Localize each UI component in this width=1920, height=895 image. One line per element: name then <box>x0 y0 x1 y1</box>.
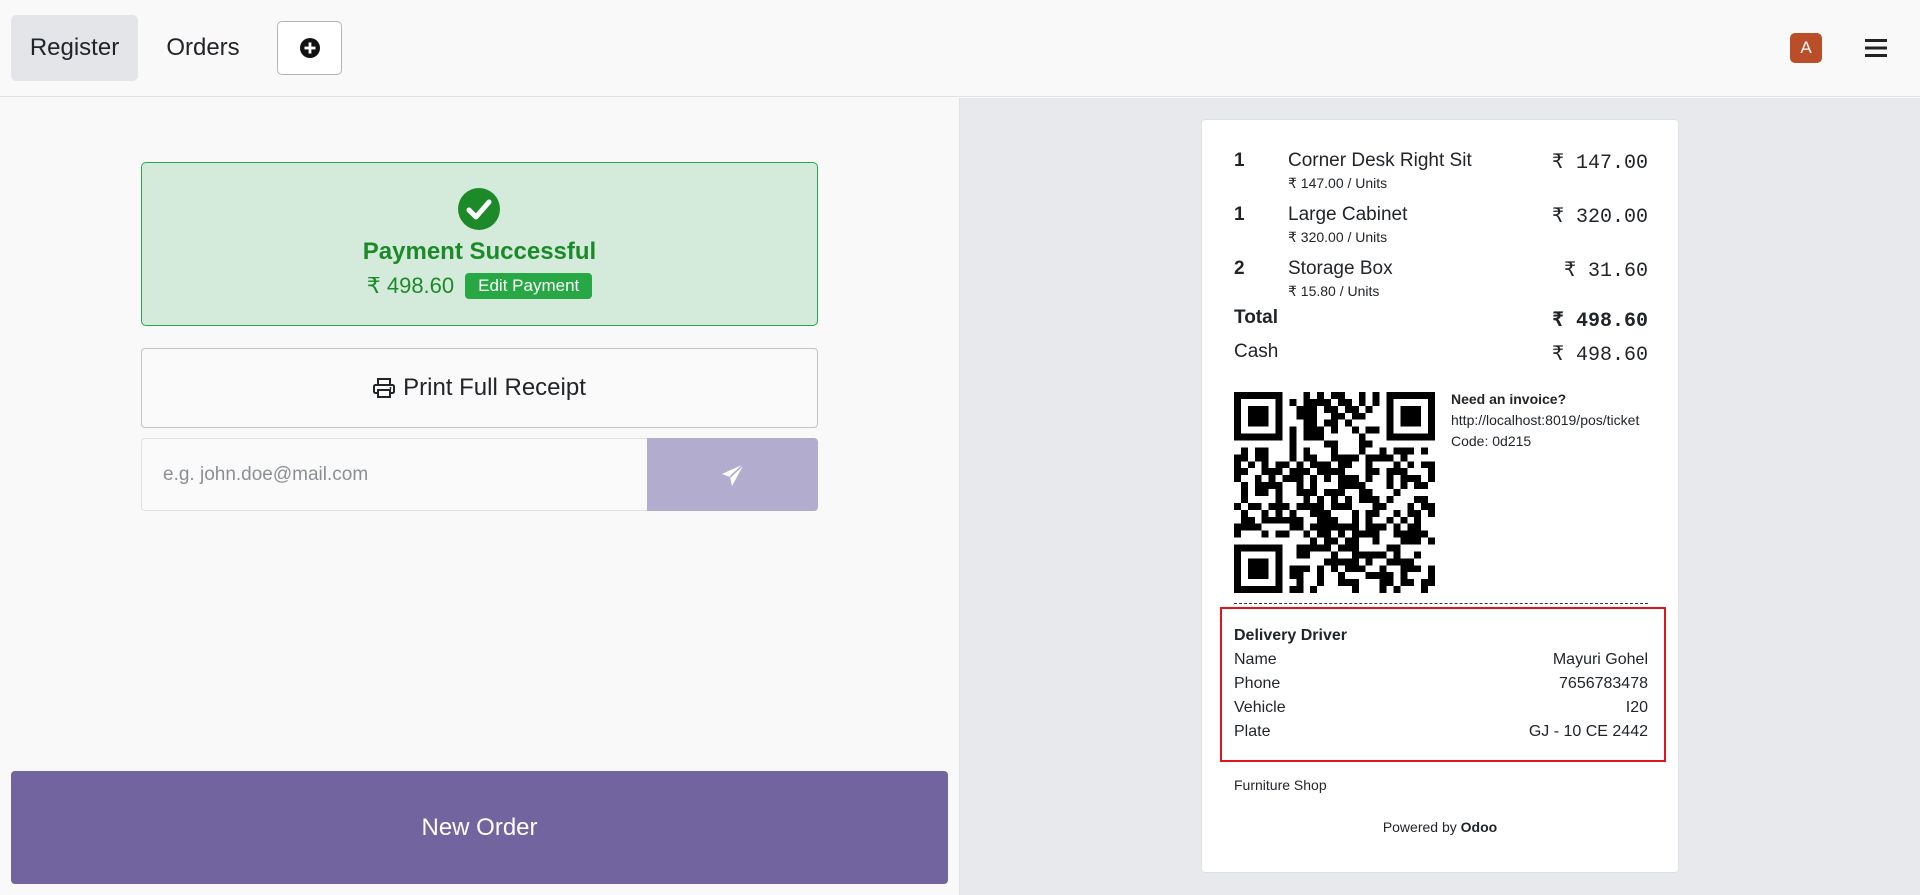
tab-register[interactable]: Register <box>11 15 138 81</box>
printer-icon <box>373 378 396 398</box>
print-receipt-label: Print Full Receipt <box>403 374 586 401</box>
delivery-driver-heading: Delivery Driver <box>1234 627 1347 644</box>
cash-value: ₹ 498.60 <box>1551 344 1648 367</box>
total-value: ₹ 498.60 <box>1551 310 1648 333</box>
check-circle-icon <box>458 188 500 230</box>
powered-by-prefix: Powered by <box>1382 819 1457 835</box>
delivery-driver-section: Delivery Driver Name Mayuri Gohel Phone … <box>1220 607 1666 762</box>
new-order-tab-button[interactable] <box>277 21 342 75</box>
line-price: ₹ 147.00 <box>1551 152 1648 175</box>
line-price: ₹ 320.00 <box>1551 206 1648 229</box>
payment-amount-row: ₹ 498.60 Edit Payment <box>142 273 817 299</box>
invoice-question: Need an invoice? <box>1451 391 1567 407</box>
plus-circle-icon <box>299 38 320 58</box>
line-unit-price: ₹ 320.00 / Units <box>1288 229 1388 245</box>
hamburger-icon[interactable] <box>1863 36 1889 60</box>
line-price: ₹ 31.60 <box>1563 260 1648 283</box>
line-product-name: Large Cabinet <box>1288 204 1408 225</box>
email-input[interactable] <box>141 438 647 511</box>
invoice-code: Code: 0d215 <box>1451 433 1532 449</box>
tab-orders[interactable]: Orders <box>150 15 256 81</box>
driver-field-label: Name <box>1234 651 1277 668</box>
driver-field-value: I20 <box>1625 699 1648 716</box>
line-qty: 1 <box>1234 150 1245 171</box>
driver-field-value: GJ - 10 CE 2442 <box>1528 723 1648 740</box>
payment-success-title: Payment Successful <box>362 238 597 265</box>
line-qty: 2 <box>1234 258 1245 279</box>
powered-by: Powered by Odoo <box>1202 819 1678 835</box>
receipt-divider <box>1234 603 1648 604</box>
line-unit-price: ₹ 147.00 / Units <box>1288 175 1388 191</box>
payment-amount: ₹ 498.60 <box>366 273 455 298</box>
driver-field-value: 7656783478 <box>1559 675 1648 692</box>
line-qty: 1 <box>1234 204 1245 225</box>
payment-panel: Payment Successful ₹ 498.60 Edit Payment… <box>0 98 959 895</box>
driver-field-label: Phone <box>1234 675 1281 692</box>
invoice-info: Need an invoice? http://localhost:8019/p… <box>1451 389 1651 452</box>
line-unit-price: ₹ 15.80 / Units <box>1288 283 1380 299</box>
line-product-name: Corner Desk Right Sit <box>1288 150 1472 171</box>
edit-payment-button[interactable]: Edit Payment <box>465 273 593 299</box>
line-product-name: Storage Box <box>1288 258 1393 279</box>
new-order-button[interactable]: New Order <box>11 771 948 884</box>
total-label: Total <box>1234 307 1278 328</box>
send-email-button[interactable] <box>647 438 818 511</box>
user-avatar[interactable]: A <box>1790 33 1822 63</box>
receipt-panel: 1 Corner Desk Right Sit ₹ 147.00 / Units… <box>959 98 1920 895</box>
invoice-qr-code <box>1234 392 1435 593</box>
top-navbar: Register Orders A <box>0 0 1920 97</box>
driver-field-value: Mayuri Gohel <box>1552 651 1648 668</box>
driver-field-label: Vehicle <box>1234 699 1286 716</box>
email-receipt-group <box>141 438 818 511</box>
receipt: 1 Corner Desk Right Sit ₹ 147.00 / Units… <box>1201 119 1679 873</box>
cash-label: Cash <box>1234 341 1279 362</box>
paper-plane-icon <box>721 462 745 486</box>
print-receipt-button[interactable]: Print Full Receipt <box>141 348 818 428</box>
shop-name: Furniture Shop <box>1234 777 1327 793</box>
invoice-url: http://localhost:8019/pos/ticket <box>1451 412 1640 428</box>
payment-success-card: Payment Successful ₹ 498.60 Edit Payment <box>141 162 818 326</box>
driver-field-label: Plate <box>1234 723 1271 740</box>
powered-by-brand: Odoo <box>1460 819 1498 835</box>
